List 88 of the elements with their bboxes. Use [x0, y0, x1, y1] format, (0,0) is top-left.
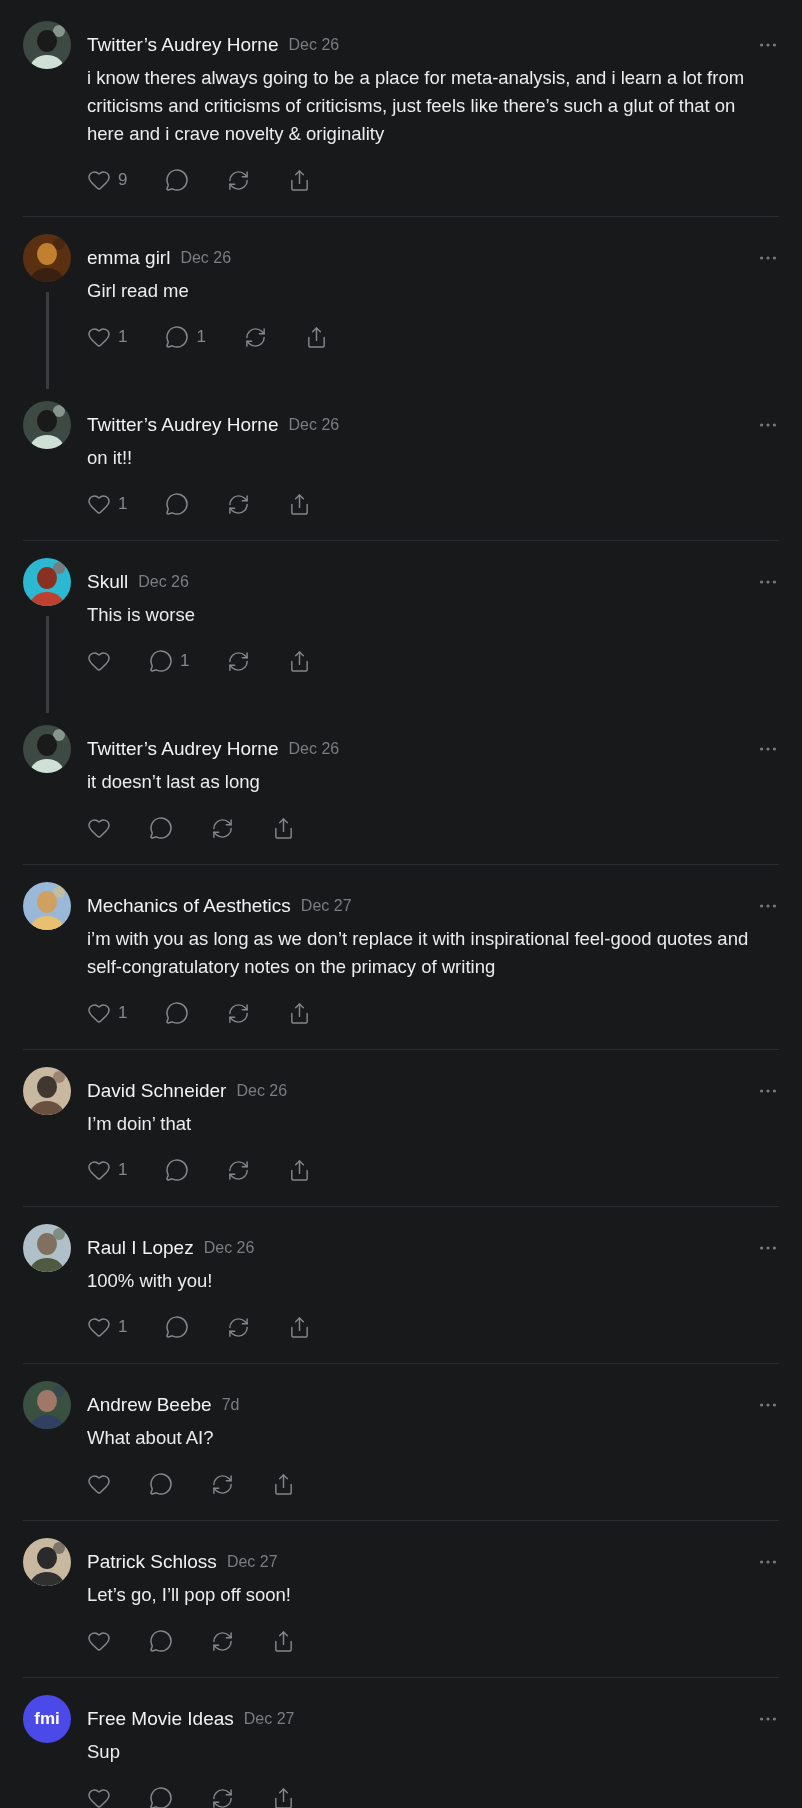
heart-icon	[87, 1629, 111, 1653]
avatar[interactable]: fmi	[23, 1695, 71, 1743]
speech-bubble-icon	[165, 492, 190, 516]
repost-icon	[227, 168, 251, 192]
speech-bubble-icon	[149, 1629, 173, 1653]
like-button[interactable]: 1	[87, 490, 128, 518]
post-date: Dec 26	[203, 1238, 255, 1258]
comment-text: What about AI?	[87, 1426, 215, 1450]
share-icon	[272, 1786, 295, 1808]
post-date: Dec 27	[243, 1709, 295, 1729]
post-date: Dec 26	[180, 248, 232, 268]
post-date: Dec 26	[288, 739, 340, 759]
author-name[interactable]: Free Movie Ideas	[87, 1704, 234, 1734]
reply-button[interactable]	[149, 1470, 173, 1498]
reply-button[interactable]	[149, 1784, 173, 1808]
speech-bubble-icon	[149, 649, 173, 673]
author-name[interactable]: Twitter’s Audrey Horne	[87, 410, 279, 440]
reply-button[interactable]	[149, 1627, 173, 1655]
comment-text: Sup	[87, 1740, 121, 1764]
reply-button[interactable]	[149, 814, 173, 842]
author-name[interactable]: Andrew Beebe	[87, 1390, 212, 1420]
post-date: Dec 26	[138, 572, 189, 592]
post-date: Dec 26	[288, 35, 340, 55]
like-button[interactable]: 1	[87, 1156, 128, 1184]
reply-button[interactable]	[165, 1313, 190, 1341]
heart-icon	[87, 649, 111, 673]
comment-text: 100% with you!	[87, 1269, 214, 1293]
reply-button[interactable]: 1	[149, 647, 190, 675]
author-name[interactable]: emma girl	[87, 243, 171, 273]
heart-icon	[87, 325, 111, 349]
speech-bubble-icon	[149, 1786, 173, 1808]
heart-icon	[87, 492, 111, 516]
reply-button[interactable]	[165, 490, 190, 518]
heart-icon	[87, 1315, 111, 1339]
share-icon	[272, 1629, 295, 1653]
like-button[interactable]: 1	[87, 1313, 128, 1341]
speech-bubble-icon	[165, 1315, 190, 1339]
reply-button[interactable]	[165, 166, 190, 194]
heart-icon	[87, 1001, 111, 1025]
repost-icon	[211, 1786, 234, 1808]
heart-icon	[87, 1786, 111, 1808]
repost-icon	[227, 1315, 251, 1339]
repost-icon	[211, 816, 234, 840]
author-name[interactable]: Patrick Schloss	[87, 1547, 217, 1577]
heart-icon	[87, 168, 111, 192]
heart-icon	[87, 1158, 111, 1182]
like-button[interactable]: 1	[87, 323, 128, 351]
comment-text: on it!!	[87, 446, 134, 470]
like-button[interactable]: 9	[87, 166, 128, 194]
comment-text: it doesn’t last as long	[87, 770, 261, 794]
post-date: Dec 27	[300, 896, 352, 916]
repost-icon	[211, 1472, 234, 1496]
author-name[interactable]: Skull	[87, 567, 129, 597]
heart-icon	[87, 816, 111, 840]
comment-text: i know theres always going to be a place for meta-analysis, and i learn a lot from criticisms and criticisms of criticisms, just feels like there’s such a glut of that on here and i crave novelty & originality	[87, 66, 746, 146]
speech-bubble-icon	[165, 168, 190, 192]
comment-text: i’m with you as long as we don’t replace it with inspirational feel-good quotes and self-congratulatory notes on the primacy of writing	[87, 927, 750, 979]
speech-bubble-icon	[149, 816, 173, 840]
speech-bubble-icon	[165, 1158, 190, 1182]
post-date: Dec 26	[236, 1081, 288, 1101]
repost-icon	[227, 492, 251, 516]
post-date: 7d	[221, 1395, 240, 1415]
author-name[interactable]: Raul I Lopez	[87, 1233, 194, 1263]
comment-text: Girl read me	[87, 279, 190, 303]
share-icon	[272, 1472, 295, 1496]
post-date: Dec 26	[288, 415, 340, 435]
comment-text: This is worse	[87, 603, 196, 627]
like-button[interactable]: 1	[87, 999, 128, 1027]
repost-icon	[211, 1629, 234, 1653]
repost-icon	[227, 1158, 251, 1182]
author-name[interactable]: Twitter’s Audrey Horne	[87, 734, 279, 764]
repost-icon	[243, 325, 267, 349]
share-icon	[272, 816, 295, 840]
author-name[interactable]: Twitter’s Audrey Horne	[87, 30, 279, 60]
author-name[interactable]: David Schneider	[87, 1076, 227, 1106]
comment-text: Let’s go, I’ll pop off soon!	[87, 1583, 292, 1607]
author-name[interactable]: Mechanics of Aesthetics	[87, 891, 291, 921]
reply-button[interactable]	[165, 1156, 190, 1184]
repost-icon	[227, 1001, 251, 1025]
speech-bubble-icon	[149, 1472, 173, 1496]
repost-icon	[227, 649, 251, 673]
comment-text: I’m doin’ that	[87, 1112, 193, 1136]
heart-icon	[87, 1472, 111, 1496]
speech-bubble-icon	[165, 325, 190, 349]
reply-button[interactable]	[165, 999, 190, 1027]
reply-button[interactable]: 1	[165, 323, 206, 351]
speech-bubble-icon	[165, 1001, 190, 1025]
post-date: Dec 27	[226, 1552, 278, 1572]
